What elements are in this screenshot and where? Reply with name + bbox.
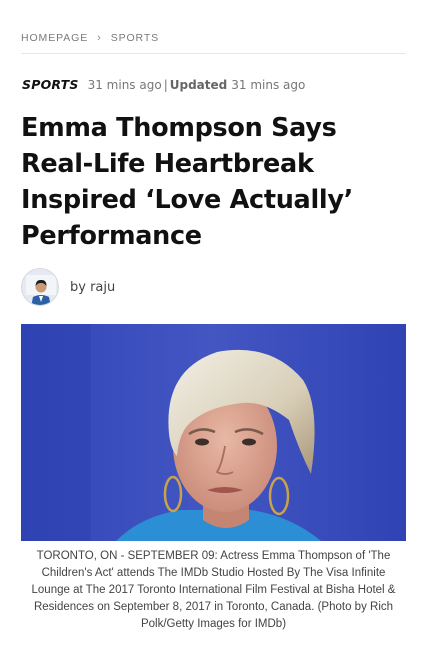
breadcrumb-home-link[interactable]: HOMEPAGE <box>21 32 88 44</box>
article-photo <box>21 324 406 541</box>
breadcrumb-section-link[interactable]: SPORTS <box>111 32 159 44</box>
photo-caption: TORONTO, ON - SEPTEMBER 09: Actress Emma… <box>31 550 396 630</box>
published-time: 31 mins ago <box>87 78 162 92</box>
category-link[interactable]: SPORTS <box>22 77 79 92</box>
breadcrumb: HOMEPAGE › SPORTS <box>21 32 406 54</box>
article-meta: SPORTS 31 mins ago | Updated 31 mins ago <box>22 77 305 92</box>
article-title: Emma Thompson Says Real-Life Heartbreak … <box>21 113 354 251</box>
author-name-link[interactable]: by raju <box>70 280 115 295</box>
chevron-right-icon: › <box>97 32 102 44</box>
author-block[interactable]: by raju <box>21 268 115 306</box>
updated-label: Updated <box>169 78 228 92</box>
meta-divider: | <box>163 78 168 92</box>
updated-time: 31 mins ago <box>231 78 306 92</box>
author-avatar[interactable] <box>21 268 59 306</box>
